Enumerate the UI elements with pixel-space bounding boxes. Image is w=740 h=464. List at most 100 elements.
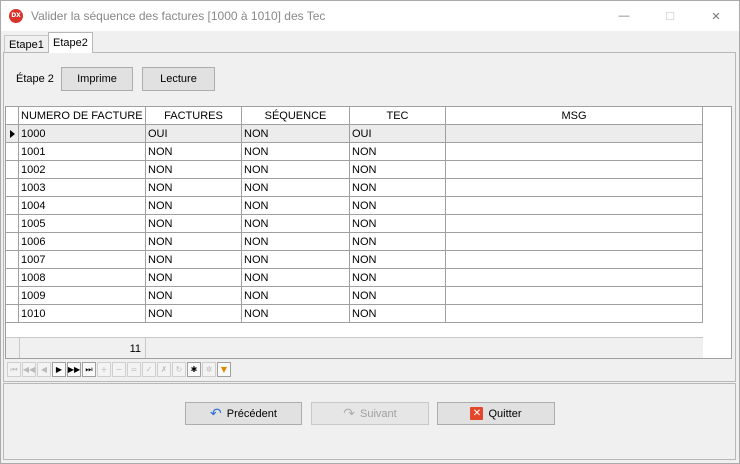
- row-indicator-cell[interactable]: [6, 197, 19, 215]
- msg-cell[interactable]: [446, 197, 703, 215]
- table-row[interactable]: 1003 NON NON NON: [6, 179, 703, 197]
- invoices-cell[interactable]: NON: [146, 269, 242, 287]
- msg-cell[interactable]: [446, 233, 703, 251]
- table-row[interactable]: 1005 NON NON NON: [6, 215, 703, 233]
- remove-icon[interactable]: =: [127, 362, 141, 377]
- column-header-tec[interactable]: TEC: [350, 107, 446, 125]
- cancel-edit-icon[interactable]: ✗: [157, 362, 171, 377]
- sequence-cell[interactable]: NON: [242, 269, 350, 287]
- invoices-cell[interactable]: NON: [146, 197, 242, 215]
- refresh-icon[interactable]: ↻: [172, 362, 186, 377]
- row-indicator-cell[interactable]: [6, 287, 19, 305]
- row-indicator-cell[interactable]: [6, 161, 19, 179]
- bookmark-icon[interactable]: ✱: [187, 362, 201, 377]
- invoice-number-cell[interactable]: 1010: [19, 305, 146, 323]
- row-indicator-cell[interactable]: [6, 251, 19, 269]
- sequence-cell[interactable]: NON: [242, 161, 350, 179]
- invoices-cell[interactable]: OUI: [146, 125, 242, 143]
- next-page-icon[interactable]: ▶▶: [67, 362, 81, 377]
- invoice-number-cell[interactable]: 1002: [19, 161, 146, 179]
- tec-cell[interactable]: NON: [350, 179, 446, 197]
- invoice-number-cell[interactable]: 1006: [19, 233, 146, 251]
- table-row[interactable]: 1002 NON NON NON: [6, 161, 703, 179]
- column-header-sequence[interactable]: SÉQUENCE: [242, 107, 350, 125]
- table-row[interactable]: 1009 NON NON NON: [6, 287, 703, 305]
- prior-page-icon[interactable]: ◀◀: [22, 362, 36, 377]
- first-page-icon[interactable]: ⏮: [7, 362, 21, 377]
- invoice-number-cell[interactable]: 1000: [19, 125, 146, 143]
- title-bar[interactable]: DX Valider la séquence des factures [100…: [1, 1, 739, 31]
- invoice-number-cell[interactable]: 1007: [19, 251, 146, 269]
- row-indicator-cell[interactable]: [6, 125, 19, 143]
- edit-icon[interactable]: ✓: [142, 362, 156, 377]
- msg-cell[interactable]: [446, 215, 703, 233]
- sequence-cell[interactable]: NON: [242, 251, 350, 269]
- quit-button[interactable]: ✕ Quitter: [437, 402, 555, 425]
- print-button[interactable]: Imprime: [61, 67, 133, 91]
- sequence-cell[interactable]: NON: [242, 287, 350, 305]
- tab-etape1[interactable]: Etape1: [4, 35, 49, 53]
- msg-cell[interactable]: [446, 143, 703, 161]
- tec-cell[interactable]: NON: [350, 161, 446, 179]
- invoice-number-cell[interactable]: 1004: [19, 197, 146, 215]
- row-indicator-cell[interactable]: [6, 305, 19, 323]
- row-indicator-cell[interactable]: [6, 233, 19, 251]
- msg-cell[interactable]: [446, 161, 703, 179]
- column-header-msg[interactable]: MSG: [446, 107, 703, 125]
- filter-icon[interactable]: ▼: [217, 362, 231, 377]
- sequence-cell[interactable]: NON: [242, 125, 350, 143]
- msg-cell[interactable]: [446, 287, 703, 305]
- table-row[interactable]: 1008 NON NON NON: [6, 269, 703, 287]
- table-row[interactable]: 1000 OUI NON OUI: [6, 125, 703, 143]
- maximize-button[interactable]: ☐: [647, 1, 693, 31]
- table-row[interactable]: 1001 NON NON NON: [6, 143, 703, 161]
- next-record-icon[interactable]: ▶: [52, 362, 66, 377]
- tec-cell[interactable]: NON: [350, 269, 446, 287]
- row-indicator-cell[interactable]: [6, 143, 19, 161]
- table-row[interactable]: 1004 NON NON NON: [6, 197, 703, 215]
- goto-bookmark-icon[interactable]: ✲: [202, 362, 216, 377]
- msg-cell[interactable]: [446, 269, 703, 287]
- invoices-cell[interactable]: NON: [146, 287, 242, 305]
- invoice-grid[interactable]: NUMERO DE FACTURE FACTURES SÉQUENCE TEC …: [5, 106, 732, 359]
- invoices-cell[interactable]: NON: [146, 143, 242, 161]
- minimize-button[interactable]: —: [601, 1, 647, 31]
- sequence-cell[interactable]: NON: [242, 215, 350, 233]
- invoice-number-cell[interactable]: 1005: [19, 215, 146, 233]
- tec-cell[interactable]: NON: [350, 305, 446, 323]
- row-indicator-cell[interactable]: [6, 179, 19, 197]
- column-header-invoice-number[interactable]: NUMERO DE FACTURE: [19, 107, 146, 125]
- prior-record-icon[interactable]: ◀: [37, 362, 51, 377]
- invoices-cell[interactable]: NON: [146, 215, 242, 233]
- sequence-cell[interactable]: NON: [242, 197, 350, 215]
- invoice-number-cell[interactable]: 1009: [19, 287, 146, 305]
- msg-cell[interactable]: [446, 179, 703, 197]
- column-header-invoices[interactable]: FACTURES: [146, 107, 242, 125]
- invoice-number-cell[interactable]: 1003: [19, 179, 146, 197]
- delete-icon[interactable]: −: [112, 362, 126, 377]
- tec-cell[interactable]: NON: [350, 251, 446, 269]
- invoices-cell[interactable]: NON: [146, 251, 242, 269]
- sequence-cell[interactable]: NON: [242, 143, 350, 161]
- msg-cell[interactable]: [446, 125, 703, 143]
- sequence-cell[interactable]: NON: [242, 179, 350, 197]
- sequence-cell[interactable]: NON: [242, 233, 350, 251]
- table-row[interactable]: 1006 NON NON NON: [6, 233, 703, 251]
- table-row[interactable]: 1010 NON NON NON: [6, 305, 703, 323]
- tec-cell[interactable]: NON: [350, 287, 446, 305]
- close-window-button[interactable]: ✕: [693, 1, 739, 31]
- read-button[interactable]: Lecture: [142, 67, 215, 91]
- invoices-cell[interactable]: NON: [146, 305, 242, 323]
- tab-etape2[interactable]: Etape2: [48, 32, 93, 53]
- sequence-cell[interactable]: NON: [242, 305, 350, 323]
- tec-cell[interactable]: NON: [350, 215, 446, 233]
- row-indicator-cell[interactable]: [6, 269, 19, 287]
- row-indicator-cell[interactable]: [6, 215, 19, 233]
- previous-button[interactable]: ↶ Précédent: [185, 402, 302, 425]
- append-icon[interactable]: +: [97, 362, 111, 377]
- tec-cell[interactable]: NON: [350, 233, 446, 251]
- table-row[interactable]: 1007 NON NON NON: [6, 251, 703, 269]
- next-button[interactable]: ↷ Suivant: [311, 402, 429, 425]
- invoice-number-cell[interactable]: 1001: [19, 143, 146, 161]
- invoices-cell[interactable]: NON: [146, 161, 242, 179]
